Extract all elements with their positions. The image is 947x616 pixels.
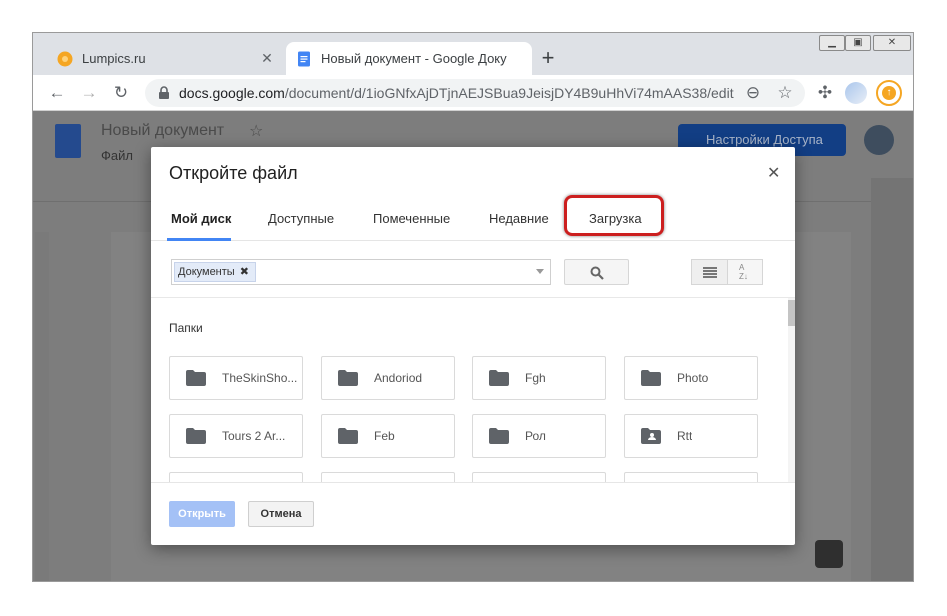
sort-az-icon: A Z↓ [739, 263, 748, 281]
upload-tab-highlight [564, 195, 664, 236]
side-panel [871, 178, 913, 581]
active-tab-indicator [167, 238, 231, 241]
folder-icon [489, 428, 509, 444]
tab-google-docs[interactable]: Новый документ - Google Доку [286, 42, 532, 75]
search-filter-input[interactable]: Документы ✖ [171, 259, 551, 285]
dropdown-caret-icon[interactable] [536, 269, 544, 274]
folders-section-label: Папки [169, 321, 203, 335]
vertical-ruler [35, 232, 49, 581]
tab-recent[interactable]: Недавние [489, 211, 549, 226]
folder-item[interactable]: Fgh [472, 356, 606, 400]
folder-item-partial[interactable] [472, 472, 606, 482]
update-badge-icon[interactable]: ↑ [876, 80, 902, 106]
star-icon: ☆ [249, 123, 264, 140]
open-file-dialog: Откройте файл ✕ Мой диск Доступные Помеч… [151, 147, 795, 545]
folder-item-partial[interactable] [169, 472, 303, 482]
window-close-button[interactable]: ✕ [873, 35, 911, 51]
folder-icon [641, 370, 661, 386]
folder-icon [489, 370, 509, 386]
forward-arrow-icon[interactable]: → [79, 83, 99, 103]
search-button[interactable] [564, 259, 629, 285]
url-host: docs.google.com [179, 85, 285, 101]
dialog-close-icon[interactable]: ✕ [767, 163, 780, 183]
lumpics-favicon-icon [57, 51, 73, 66]
folder-name: Fgh [525, 371, 546, 385]
folder-icon [186, 428, 206, 444]
browser-toolbar: ← → ↻ docs.google.com/document/d/1ioGNfx… [33, 75, 913, 111]
docs-favicon-icon [298, 51, 310, 66]
scrollbar-thumb[interactable] [788, 300, 795, 326]
folder-item[interactable]: Tours 2 Ar... [169, 414, 303, 458]
document-title: Новый документ [101, 122, 225, 139]
new-tab-plus-icon[interactable]: + [536, 47, 560, 71]
profile-avatar[interactable] [845, 82, 867, 104]
tab-lumpics[interactable]: Lumpics.ru ✕ [47, 42, 285, 75]
chip-remove-icon[interactable]: ✖ [240, 266, 249, 278]
folder-name: Andoriod [374, 371, 423, 385]
sort-button[interactable]: A Z↓ [727, 259, 763, 285]
url-text: docs.google.com/document/d/1ioGNfxAjDTjn… [179, 85, 749, 101]
folder-icon [338, 428, 358, 444]
menu-file: Файл [101, 148, 133, 163]
explore-icon [815, 540, 843, 568]
list-view-icon [703, 267, 717, 278]
docs-logo-icon [55, 124, 81, 158]
folder-item-partial[interactable] [624, 472, 758, 482]
folder-list-scrollbar[interactable] [788, 298, 795, 482]
tab-close-icon[interactable]: ✕ [259, 50, 275, 67]
folder-name: Tours 2 Ar... [222, 429, 286, 443]
tab-shared[interactable]: Доступные [268, 211, 334, 226]
tab-title: Новый документ - Google Доку [321, 51, 507, 66]
folder-item[interactable]: Feb [321, 414, 455, 458]
account-avatar [864, 125, 894, 155]
dialog-tabs: Мой диск Доступные Помеченные Недавние З… [151, 199, 795, 241]
extensions-puzzle-icon[interactable]: ✣ [815, 83, 835, 103]
bookmark-star-icon[interactable]: ☆ [775, 83, 795, 103]
tab-starred[interactable]: Помеченные [373, 211, 450, 226]
minimize-button[interactable]: ▁ [819, 35, 845, 51]
address-bar[interactable]: docs.google.com/document/d/1ioGNfxAjDTjn… [145, 79, 805, 107]
list-view-button[interactable] [691, 259, 728, 285]
reload-icon[interactable]: ↻ [111, 83, 131, 103]
tab-title: Lumpics.ru [82, 51, 146, 66]
folder-item[interactable]: Photo [624, 356, 758, 400]
tab-my-drive[interactable]: Мой диск [171, 211, 231, 226]
folder-name: Feb [374, 429, 395, 443]
footer-divider [151, 482, 795, 483]
folder-icon [186, 370, 206, 386]
folder-list-area: Папки TheSkinSho... Andoriod Fgh Photo T… [151, 298, 795, 482]
tab-strip: Lumpics.ru ✕ Новый документ - Google Док… [33, 33, 913, 75]
zoom-icon[interactable]: ⊖ [743, 83, 763, 103]
lock-icon [159, 86, 169, 99]
cancel-button[interactable]: Отмена [248, 501, 314, 527]
dialog-title: Откройте файл [169, 163, 298, 183]
folder-name: Рол [525, 429, 546, 443]
folder-item[interactable]: Рол [472, 414, 606, 458]
folder-item[interactable]: TheSkinSho... [169, 356, 303, 400]
folder-item-partial[interactable] [321, 472, 455, 482]
folder-item[interactable]: Rtt [624, 414, 758, 458]
filter-chip-label: Документы [178, 266, 235, 278]
back-arrow-icon[interactable]: ← [47, 83, 67, 103]
shared-folder-icon [641, 428, 661, 444]
folder-icon [338, 370, 358, 386]
maximize-button[interactable]: ▣ [845, 35, 871, 51]
folder-name: Photo [677, 371, 709, 385]
url-path: /document/d/1ioGNfxAjDTjnAEJSBua9JeisjDY… [284, 85, 734, 101]
filter-chip: Документы ✖ [174, 262, 256, 282]
open-button[interactable]: Открыть [169, 501, 235, 527]
folder-name: TheSkinSho... [222, 371, 298, 385]
folder-name: Rtt [677, 429, 693, 443]
search-icon [590, 266, 604, 280]
folder-item[interactable]: Andoriod [321, 356, 455, 400]
